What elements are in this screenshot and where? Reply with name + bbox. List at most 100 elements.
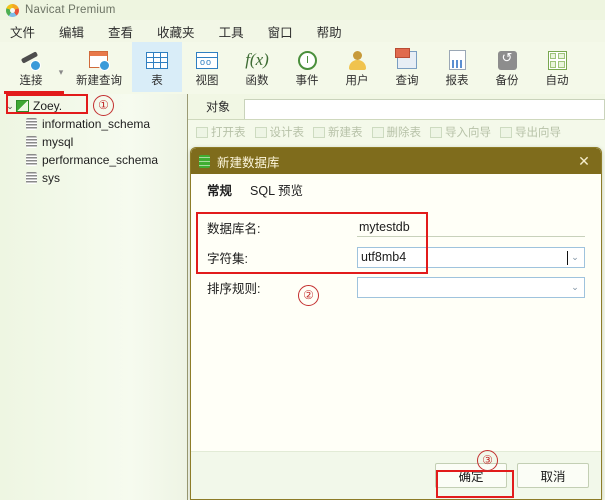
automation-icon: [548, 46, 567, 74]
connection-leaf-icon: [16, 100, 29, 112]
db-name-label: 数据库名:: [207, 218, 357, 237]
toolbar-dropdown-caret[interactable]: ▾: [56, 42, 66, 92]
new-table-icon: [313, 127, 325, 138]
toolbar-button-query[interactable]: 查询: [382, 42, 432, 92]
import-wizard-button[interactable]: 导入向导: [430, 124, 491, 140]
button-label: 打开表: [211, 124, 246, 140]
toolbar-label: 表: [151, 75, 163, 87]
menu-item-window[interactable]: 窗口: [266, 21, 295, 42]
field-row-collation: 排序规则: ⌄: [207, 272, 585, 302]
tab-sql-preview[interactable]: SQL 预览: [250, 180, 303, 199]
button-label: 导出向导: [515, 124, 561, 140]
button-label: 删除表: [387, 124, 422, 140]
menu-item-edit[interactable]: 编辑: [57, 21, 86, 42]
open-table-icon: [196, 127, 208, 138]
design-table-icon: [255, 127, 267, 138]
new-table-button[interactable]: 新建表: [313, 124, 363, 140]
button-label: 新建表: [328, 124, 363, 140]
delete-table-icon: [372, 127, 384, 138]
dialog-footer: 确定 取消: [191, 451, 601, 499]
user-icon: [347, 46, 367, 74]
import-wizard-icon: [430, 127, 442, 138]
database-icon: [199, 155, 210, 168]
toolbar-button-table[interactable]: 表: [132, 42, 182, 92]
toolbar-button-connection[interactable]: 连接: [6, 42, 56, 92]
navicat-logo-icon: [6, 4, 19, 17]
function-icon: f(x): [245, 46, 269, 74]
connection-tree-sidebar: ⌄ Zoey. information_schema mysql perform…: [0, 94, 188, 500]
dialog-title: 新建数据库: [217, 152, 573, 171]
toolbar-button-automation[interactable]: 自动: [532, 42, 582, 92]
charset-combobox[interactable]: utf8mb4 ⌄: [357, 247, 585, 268]
toolbar-label: 备份: [496, 75, 519, 87]
sidebar-item-label: sys: [42, 171, 60, 185]
toolbar-label: 视图: [196, 75, 219, 87]
db-name-input[interactable]: [357, 217, 585, 237]
toolbar-button-new-query[interactable]: 新建查询: [66, 42, 132, 92]
event-clock-icon: [298, 46, 317, 74]
button-label: 设计表: [270, 124, 305, 140]
toolbar-label: 事件: [296, 75, 319, 87]
charset-label: 字符集:: [207, 248, 357, 267]
toolbar-button-view[interactable]: 视图: [182, 42, 232, 92]
new-query-icon: [87, 46, 111, 74]
toolbar-label: 自动: [546, 75, 569, 87]
sidebar-item-label: mysql: [42, 135, 73, 149]
toolbar-button-report[interactable]: 报表: [432, 42, 482, 92]
toolbar-button-event[interactable]: 事件: [282, 42, 332, 92]
toolbar-button-function[interactable]: f(x) 函数: [232, 42, 282, 92]
connection-icon: [19, 46, 43, 74]
menubar: 文件 编辑 查看 收藏夹 工具 窗口 帮助: [0, 20, 605, 42]
toolbar-button-backup[interactable]: 备份: [482, 42, 532, 92]
report-icon: [449, 46, 466, 74]
toolbar-label: 查询: [396, 75, 419, 87]
open-table-button[interactable]: 打开表: [196, 124, 246, 140]
sidebar-item-mysql[interactable]: mysql: [0, 133, 187, 151]
main-toolbar: 连接 ▾ 新建查询 表 视图 f(x) 函数 事件 用户 查询: [0, 42, 605, 95]
export-wizard-button[interactable]: 导出向导: [500, 124, 561, 140]
delete-table-button[interactable]: 删除表: [372, 124, 422, 140]
navicat-window: Navicat Premium 文件 编辑 查看 收藏夹 工具 窗口 帮助 连接…: [0, 0, 605, 500]
menu-item-tools[interactable]: 工具: [217, 21, 246, 42]
charset-value: utf8mb4: [358, 250, 566, 264]
field-row-charset: 字符集: utf8mb4 ⌄: [207, 242, 585, 272]
app-title: Navicat Premium: [25, 4, 116, 16]
collation-combobox[interactable]: ⌄: [357, 277, 585, 298]
tab-general[interactable]: 常规: [207, 180, 232, 199]
menu-item-favorites[interactable]: 收藏夹: [155, 21, 197, 42]
tab-objects[interactable]: 对象: [194, 94, 242, 119]
sidebar-item-label: information_schema: [42, 117, 150, 131]
toolbar-label: 用户: [346, 75, 369, 87]
export-wizard-icon: [500, 127, 512, 138]
design-table-button[interactable]: 设计表: [255, 124, 305, 140]
menu-item-file[interactable]: 文件: [8, 21, 37, 42]
dialog-form: 数据库名: 字符集: utf8mb4 ⌄ 排序规则: ⌄: [191, 204, 601, 302]
database-icon: [26, 172, 37, 184]
chevron-down-icon[interactable]: ⌄: [566, 252, 584, 263]
address-bar[interactable]: [244, 99, 605, 119]
query-icon: [397, 46, 417, 74]
toolbar-button-user[interactable]: 用户: [332, 42, 382, 92]
sidebar-item-sys[interactable]: sys: [0, 169, 187, 187]
close-icon[interactable]: ✕: [573, 150, 595, 172]
sidebar-item-connection-zoey[interactable]: ⌄ Zoey.: [0, 97, 187, 115]
chevron-down-icon[interactable]: ⌄: [566, 282, 584, 293]
object-toolbar: 打开表 设计表 新建表 删除表 导入向导: [188, 120, 605, 144]
sidebar-item-label: Zoey.: [33, 99, 62, 113]
database-icon: [26, 136, 37, 148]
table-icon: [146, 46, 168, 74]
object-tabbar: 对象: [188, 94, 605, 120]
cancel-button[interactable]: 取消: [517, 463, 589, 488]
menu-item-view[interactable]: 查看: [106, 21, 135, 42]
sidebar-item-performance-schema[interactable]: performance_schema: [0, 151, 187, 169]
sidebar-item-information-schema[interactable]: information_schema: [0, 115, 187, 133]
chevron-down-icon[interactable]: ⌄: [4, 101, 16, 112]
ok-button[interactable]: 确定: [435, 463, 507, 488]
database-icon: [26, 118, 37, 130]
dialog-tabs: 常规 SQL 预览: [191, 174, 601, 204]
menu-item-help[interactable]: 帮助: [315, 21, 344, 42]
field-row-db-name: 数据库名:: [207, 212, 585, 242]
window-titlebar: Navicat Premium: [0, 0, 605, 20]
button-label: 导入向导: [445, 124, 491, 140]
toolbar-label: 函数: [246, 75, 269, 87]
